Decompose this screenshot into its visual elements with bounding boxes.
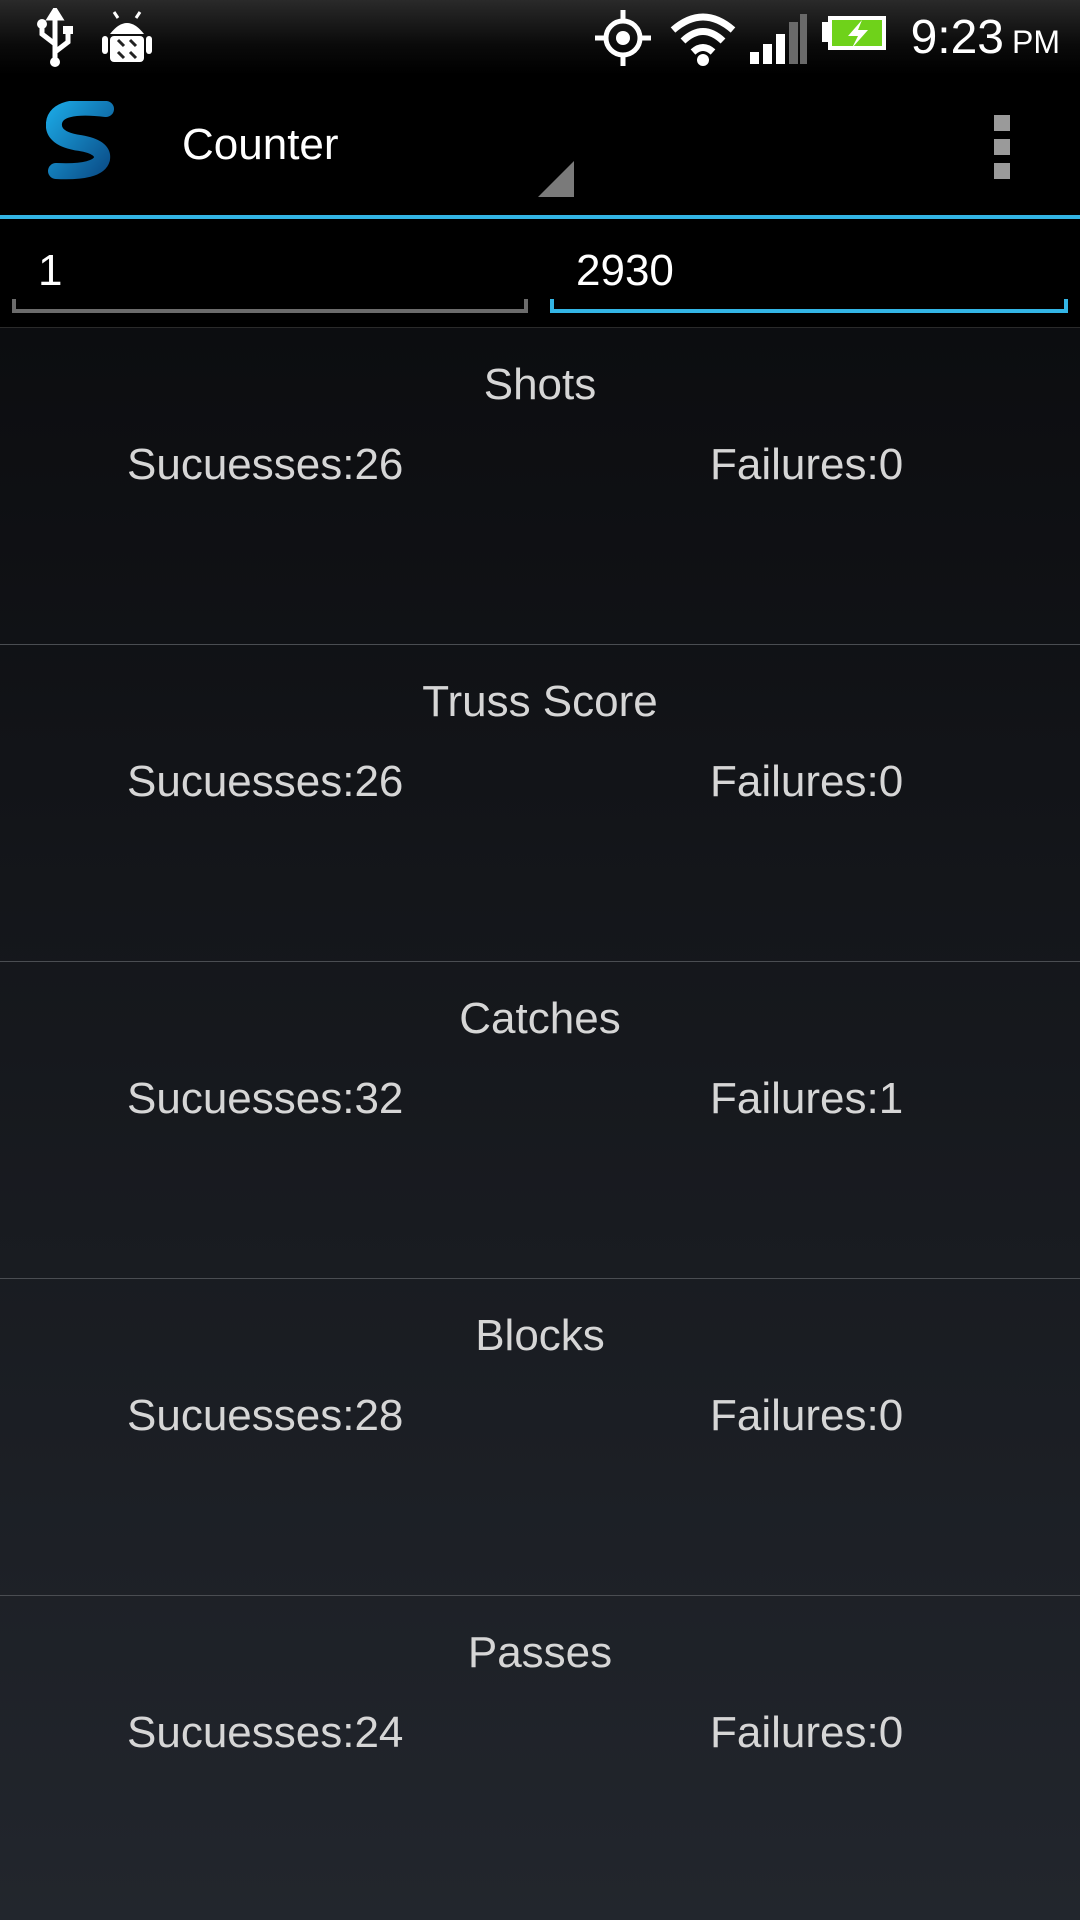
match-number-field-container bbox=[550, 241, 1068, 313]
status-time: 9:23 PM bbox=[910, 11, 1060, 64]
stats-list: Shots Sucuesses:26 Failures:0 Truss Scor… bbox=[0, 328, 1080, 1920]
input-row bbox=[0, 219, 1080, 328]
stat-successes: Sucuesses:28 bbox=[127, 1391, 404, 1440]
stat-successes: Sucuesses:32 bbox=[127, 1074, 404, 1123]
stat-failures: Failures:0 bbox=[710, 1708, 904, 1757]
stat-failures: Failures:1 bbox=[710, 1074, 904, 1123]
stat-successes: Sucuesses:24 bbox=[127, 1708, 404, 1757]
nav-spinner-label: Counter bbox=[182, 120, 339, 169]
stat-section-catches[interactable]: Catches Sucuesses:32 Failures:1 bbox=[0, 962, 1080, 1279]
action-bar: Counter bbox=[0, 75, 1080, 219]
stat-title: Blocks bbox=[475, 1311, 605, 1360]
stat-section-shots[interactable]: Shots Sucuesses:26 Failures:0 bbox=[0, 328, 1080, 645]
team-number-field-container bbox=[12, 241, 528, 313]
stat-section-passes[interactable]: Passes Sucuesses:24 Failures:0 bbox=[0, 1596, 1080, 1920]
gps-icon bbox=[595, 10, 651, 66]
spinner-arrow-icon bbox=[538, 161, 574, 197]
app-logo-icon[interactable] bbox=[46, 101, 116, 181]
stat-title: Shots bbox=[483, 360, 597, 409]
status-bar: 9:23 PM bbox=[0, 0, 1080, 75]
wifi-icon bbox=[670, 13, 736, 66]
usb-icon bbox=[37, 8, 73, 67]
overflow-menu-icon[interactable] bbox=[994, 115, 1010, 187]
stat-title: Truss Score bbox=[422, 677, 658, 726]
stat-section-blocks[interactable]: Blocks Sucuesses:28 Failures:0 bbox=[0, 1279, 1080, 1596]
stat-failures: Failures:0 bbox=[710, 757, 904, 806]
navigation-spinner[interactable]: Counter bbox=[160, 75, 580, 215]
stat-successes: Sucuesses:26 bbox=[127, 757, 404, 806]
signal-icon bbox=[750, 14, 807, 64]
stat-title: Passes bbox=[467, 1628, 613, 1677]
team-number-input[interactable] bbox=[12, 241, 528, 301]
stat-section-truss-score[interactable]: Truss Score Sucuesses:26 Failures:0 bbox=[0, 645, 1080, 962]
stat-failures: Failures:0 bbox=[710, 1391, 904, 1440]
match-number-input[interactable] bbox=[550, 241, 1068, 301]
android-debug-icon bbox=[102, 11, 152, 62]
battery-charging-icon bbox=[822, 16, 886, 50]
stat-successes: Sucuesses:26 bbox=[127, 440, 404, 489]
stat-failures: Failures:0 bbox=[710, 440, 904, 489]
stat-title: Catches bbox=[459, 994, 621, 1043]
